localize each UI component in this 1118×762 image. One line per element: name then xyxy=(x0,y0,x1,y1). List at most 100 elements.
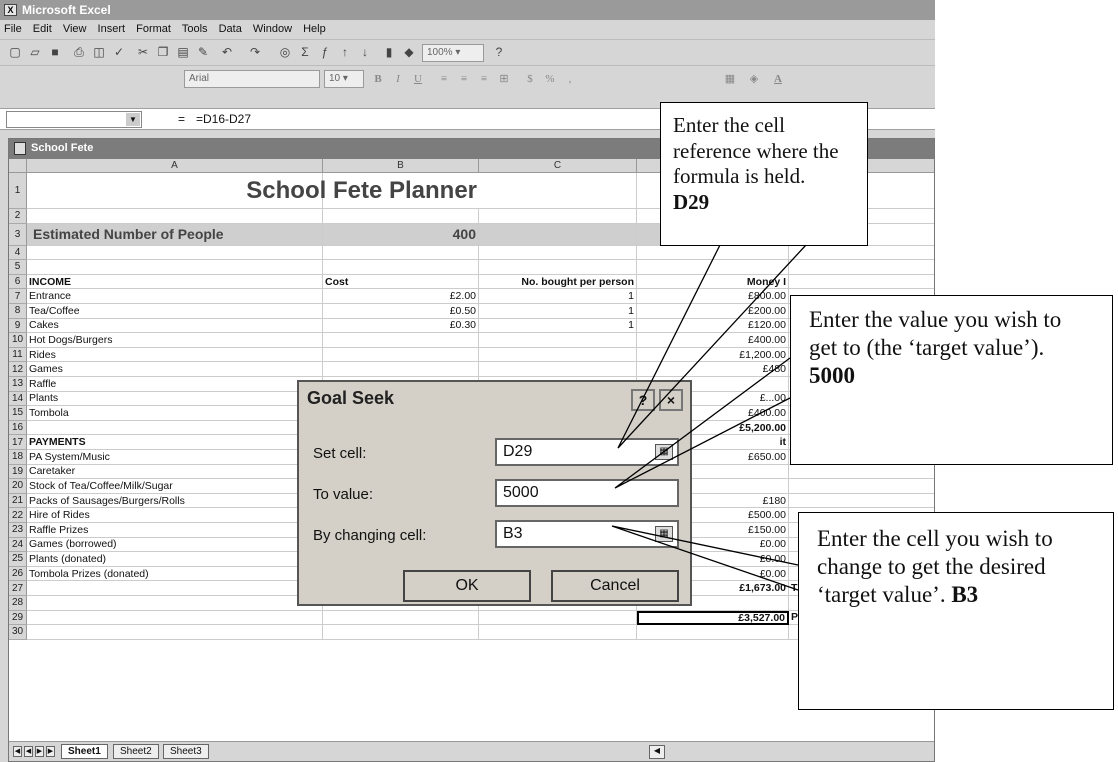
name-box[interactable]: ▼ xyxy=(6,111,142,128)
menu-tools[interactable]: Tools xyxy=(182,23,208,35)
zoom-select[interactable]: 100% ▾ xyxy=(422,44,484,62)
row-header[interactable]: 20 xyxy=(9,479,27,494)
cell-b7[interactable]: £2.00 xyxy=(323,289,479,304)
font-color-icon[interactable]: A xyxy=(770,71,786,87)
cancel-button[interactable]: Cancel xyxy=(551,570,679,602)
cell-a13[interactable]: Raffle xyxy=(27,377,323,392)
spelling-icon[interactable]: ✓ xyxy=(110,44,128,61)
redo-icon[interactable]: ↷ xyxy=(246,44,264,61)
help-icon[interactable]: ? xyxy=(490,44,508,61)
column-header-c[interactable]: C xyxy=(479,159,637,173)
merge-center-icon[interactable]: ⊞ xyxy=(496,71,512,87)
cell-d11[interactable]: £1,200.00 xyxy=(637,347,789,363)
cell-c12[interactable] xyxy=(479,362,637,377)
cell-a6[interactable]: INCOME xyxy=(27,274,323,290)
sheet-tab-2[interactable]: Sheet2 xyxy=(113,744,159,759)
sort-descending-icon[interactable]: ↓ xyxy=(356,44,374,61)
menu-help[interactable]: Help xyxy=(303,23,326,35)
save-icon[interactable]: ■ xyxy=(46,44,64,61)
cell-a21[interactable]: Packs of Sausages/Burgers/Rolls xyxy=(27,493,323,509)
cell-c29[interactable] xyxy=(479,610,637,626)
first-sheet-icon[interactable]: ◀ xyxy=(13,746,22,757)
drawing-icon[interactable]: ◆ xyxy=(400,44,418,61)
currency-icon[interactable]: $ xyxy=(522,71,538,87)
cell-a2[interactable] xyxy=(27,209,323,224)
cell-c9[interactable]: 1 xyxy=(479,318,637,334)
cell-d29[interactable]: £3,527.00 xyxy=(637,610,789,626)
cut-icon[interactable]: ✂ xyxy=(134,44,152,61)
cell-d8[interactable]: £200.00 xyxy=(637,304,789,319)
cell-a28[interactable] xyxy=(27,596,323,611)
row-header[interactable]: 10 xyxy=(9,333,27,348)
changing-cell-input[interactable]: B3 ▦ xyxy=(495,520,679,548)
align-center-icon[interactable]: ≡ xyxy=(456,71,472,87)
sort-ascending-icon[interactable]: ↑ xyxy=(336,44,354,61)
cell-a30[interactable] xyxy=(27,625,323,640)
row-header[interactable]: 21 xyxy=(9,493,27,509)
cell-b10[interactable] xyxy=(323,333,479,348)
print-preview-icon[interactable]: ◫ xyxy=(90,44,108,61)
name-box-dropdown-icon[interactable]: ▼ xyxy=(126,113,140,126)
copy-icon[interactable]: ❐ xyxy=(154,44,172,61)
row-header[interactable]: 5 xyxy=(9,260,27,275)
align-right-icon[interactable]: ≡ xyxy=(476,71,492,87)
undo-icon[interactable]: ↶ xyxy=(218,44,236,61)
cell-a10[interactable]: Hot Dogs/Burgers xyxy=(27,333,323,348)
cell-a26[interactable]: Tombola Prizes (donated) xyxy=(27,566,323,582)
changing-cell-picker-icon[interactable]: ▦ xyxy=(655,526,673,542)
cell-a7[interactable]: Entrance xyxy=(27,289,323,304)
open-icon[interactable]: ▱ xyxy=(26,44,44,61)
column-header-a[interactable]: A xyxy=(27,159,323,173)
cell-c1[interactable] xyxy=(479,173,637,209)
cell-a20[interactable]: Stock of Tea/Coffee/Milk/Sugar xyxy=(27,479,323,494)
cell-b12[interactable] xyxy=(323,362,479,377)
menu-edit[interactable]: Edit xyxy=(33,23,52,35)
cell-a16[interactable] xyxy=(27,420,323,436)
column-header-b[interactable]: B xyxy=(323,159,479,173)
next-sheet-icon[interactable]: ▶ xyxy=(35,746,44,757)
cell-d4[interactable] xyxy=(637,245,789,261)
italic-icon[interactable]: I xyxy=(390,71,406,87)
row-header[interactable]: 17 xyxy=(9,435,27,450)
cell-a3[interactable]: Estimated Number of People xyxy=(27,223,323,246)
cell-a18[interactable]: PA System/Music xyxy=(27,450,323,465)
cell-c6[interactable]: No. bought per person xyxy=(479,274,637,290)
cell-c2[interactable] xyxy=(479,209,637,224)
row-header[interactable]: 27 xyxy=(9,581,27,596)
cell-a25[interactable]: Plants (donated) xyxy=(27,552,323,567)
row-header[interactable]: 22 xyxy=(9,508,27,523)
menu-view[interactable]: View xyxy=(63,23,87,35)
row-header[interactable]: 6 xyxy=(9,274,27,290)
cell-d5[interactable] xyxy=(637,260,789,275)
prev-sheet-icon[interactable]: ◀ xyxy=(24,746,33,757)
cell-c8[interactable]: 1 xyxy=(479,304,637,319)
cell-a24[interactable]: Games (borrowed) xyxy=(27,537,323,553)
menu-insert[interactable]: Insert xyxy=(98,23,126,35)
cell-b1[interactable]: School Fete Planner xyxy=(246,173,479,209)
cell-a8[interactable]: Tea/Coffee xyxy=(27,304,323,319)
cell-a11[interactable]: Rides xyxy=(27,347,323,363)
cell-a14[interactable]: Plants xyxy=(27,391,323,407)
row-header[interactable]: 19 xyxy=(9,464,27,480)
sheet-tab-1[interactable]: Sheet1 xyxy=(61,744,108,759)
cell-c30[interactable] xyxy=(479,625,637,640)
cell-a9[interactable]: Cakes xyxy=(27,318,323,334)
cell-c5[interactable] xyxy=(479,260,637,275)
cell-c4[interactable] xyxy=(479,245,637,261)
cell-a4[interactable] xyxy=(27,245,323,261)
row-header[interactable]: 9 xyxy=(9,318,27,334)
row-header[interactable]: 29 xyxy=(9,610,27,626)
row-header[interactable]: 16 xyxy=(9,420,27,436)
sheet-tab-3[interactable]: Sheet3 xyxy=(163,744,209,759)
print-icon[interactable]: ⎙ xyxy=(70,44,88,61)
align-left-icon[interactable]: ≡ xyxy=(436,71,452,87)
cell-d6[interactable]: Money I xyxy=(637,274,789,290)
format-painter-icon[interactable]: ✎ xyxy=(194,44,212,61)
underline-icon[interactable]: U xyxy=(410,71,426,87)
menu-window[interactable]: Window xyxy=(253,23,292,35)
cell-c7[interactable]: 1 xyxy=(479,289,637,304)
cell-c3[interactable] xyxy=(479,223,637,246)
cell-b2[interactable] xyxy=(323,209,479,224)
row-header[interactable]: 18 xyxy=(9,450,27,465)
cell-a12[interactable]: Games xyxy=(27,362,323,377)
